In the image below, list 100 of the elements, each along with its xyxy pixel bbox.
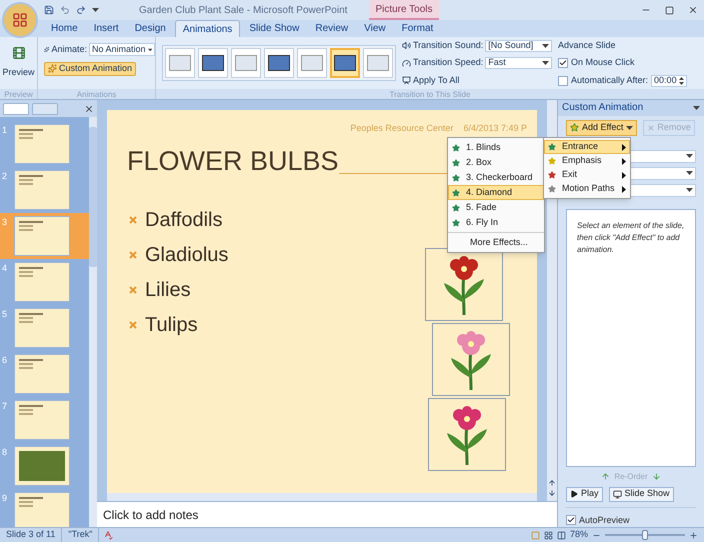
ribbon-tab[interactable]: Slide Show — [242, 20, 306, 37]
context-tab-label: Picture Tools — [369, 0, 439, 20]
hint-text: Select an element of the slide, then click "Add Effect" to add animation. — [577, 220, 685, 256]
group-label: Transition to This Slide — [156, 89, 704, 99]
notes-field[interactable]: Click to add notes — [97, 501, 557, 527]
close-icon[interactable] — [84, 104, 94, 114]
remove-icon — [647, 124, 656, 132]
menu-item[interactable]: Entrance — [544, 140, 630, 154]
menu-item[interactable]: 5. Fade — [448, 200, 544, 215]
speed-dropdown[interactable]: Fast — [485, 57, 552, 69]
menu-item[interactable]: 3. Checkerboard — [448, 170, 544, 185]
ribbon-tab[interactable]: Insert — [86, 20, 126, 37]
menu-item[interactable]: 2. Box — [448, 155, 544, 170]
caret-icon — [693, 106, 700, 110]
transition-thumbnail[interactable] — [297, 48, 327, 78]
bullet-icon — [129, 251, 137, 259]
preview-button[interactable]: Preview — [0, 37, 37, 89]
bullet-text: Tulips — [145, 313, 198, 338]
ribbon-tab[interactable]: Review — [308, 20, 356, 37]
previous-slide-icon[interactable] — [548, 479, 556, 487]
slide-thumbnail — [14, 308, 70, 348]
animate-icon — [44, 45, 50, 54]
ribbon-tab[interactable]: Format — [394, 20, 440, 37]
menu-item[interactable]: 6. Fly In — [448, 215, 544, 230]
checkbox[interactable] — [566, 515, 576, 526]
caret-icon — [686, 154, 693, 158]
advance-slide-title: Advance Slide — [558, 38, 617, 52]
bullet-icon — [129, 286, 137, 294]
spelling-icon[interactable] — [103, 530, 114, 540]
scrollbar[interactable] — [89, 117, 97, 527]
undo-icon[interactable] — [60, 5, 70, 15]
redo-icon[interactable] — [76, 5, 86, 15]
slide-number: 7 — [2, 400, 8, 413]
star-icon — [570, 123, 579, 132]
animate-dropdown[interactable]: No Animation — [89, 43, 155, 56]
transition-thumbnail[interactable] — [363, 48, 393, 78]
slide-thumbnail — [14, 262, 70, 302]
transition-thumbnail[interactable] — [165, 48, 195, 78]
checkbox[interactable] — [558, 76, 568, 86]
selected-picture[interactable] — [432, 323, 510, 396]
restore-icon[interactable] — [665, 6, 674, 14]
menu-item[interactable]: Exit — [544, 168, 630, 182]
star-icon — [452, 158, 460, 166]
menu-item[interactable]: 4. Diamond — [448, 185, 544, 200]
add-effect-button[interactable]: Add Effect — [566, 120, 638, 136]
close-icon[interactable] — [688, 5, 698, 15]
slide-count: Slide 3 of 11 — [0, 528, 62, 542]
apply-to-all-button[interactable]: Apply To All — [402, 74, 460, 88]
bullet-text: Gladiolus — [145, 243, 228, 268]
ribbon-tab[interactable]: View — [357, 20, 393, 37]
sound-dropdown[interactable]: [No Sound] — [485, 40, 552, 52]
ribbon-tab[interactable]: Design — [128, 20, 173, 37]
slideshow-view-icon[interactable] — [556, 530, 566, 540]
transition-thumbnail[interactable] — [330, 48, 360, 78]
menu-item[interactable]: Motion Paths — [544, 182, 630, 196]
transition-thumbnail[interactable] — [231, 48, 261, 78]
animate-label: Animate: — [51, 43, 87, 56]
star-icon — [452, 144, 460, 152]
pane-title: Custom Animation — [562, 101, 644, 116]
caret-icon — [686, 171, 693, 176]
ribbon-tab[interactable]: Home — [44, 20, 85, 37]
slide-thumbnail — [14, 170, 70, 210]
bullet-text: Daffodils — [145, 208, 222, 233]
ribbon-tab[interactable]: Animations — [174, 20, 240, 37]
slide-show-button[interactable]: Slide Show — [608, 486, 674, 502]
next-slide-icon[interactable] — [548, 489, 556, 497]
zoom-level: 78% — [570, 528, 588, 542]
zoom-in-icon[interactable] — [689, 530, 698, 540]
selected-picture[interactable] — [428, 398, 506, 471]
bullet-icon — [129, 216, 137, 224]
checkbox-label: On Mouse Click — [571, 56, 635, 70]
sorter-view-icon[interactable] — [544, 530, 553, 540]
menu-item[interactable]: Emphasis — [544, 154, 630, 168]
bullet-text: Lilies — [145, 278, 191, 303]
custom-animation-icon — [48, 64, 57, 73]
star-icon — [452, 218, 460, 226]
window-title: Garden Club Plant Sale - Microsoft PowerPoint — [139, 4, 348, 18]
spinner-arrows-icon[interactable] — [679, 76, 684, 84]
move-up-icon[interactable] — [601, 472, 610, 481]
custom-animation-button[interactable]: Custom Animation — [44, 62, 136, 76]
horizontal-scrollbar[interactable] — [107, 493, 537, 501]
slide-title: FLOWER BULBS — [127, 148, 339, 175]
caret-icon — [542, 44, 549, 48]
office-button[interactable] — [2, 2, 38, 38]
checkbox-label: AutoPreview — [579, 514, 630, 526]
transition-thumbnail[interactable] — [264, 48, 294, 78]
play-button[interactable]: Play — [566, 486, 603, 502]
slide-footer-text: Peoples Resource Center — [350, 122, 454, 135]
move-down-icon[interactable] — [652, 472, 661, 481]
checkbox[interactable] — [558, 58, 568, 68]
slide-number: 4 — [2, 262, 8, 275]
save-icon[interactable] — [44, 5, 54, 15]
time-spinner[interactable]: 00:00 — [651, 74, 688, 86]
zoom-slider-thumb[interactable] — [642, 530, 648, 540]
menu-item[interactable]: More Effects... — [448, 235, 544, 250]
slide-number: 1 — [2, 124, 8, 137]
menu-item[interactable]: 1. Blinds — [448, 140, 544, 155]
preview-icon — [12, 46, 26, 60]
sound-label: Transition Sound: — [413, 38, 484, 52]
transition-thumbnail[interactable] — [198, 48, 228, 78]
